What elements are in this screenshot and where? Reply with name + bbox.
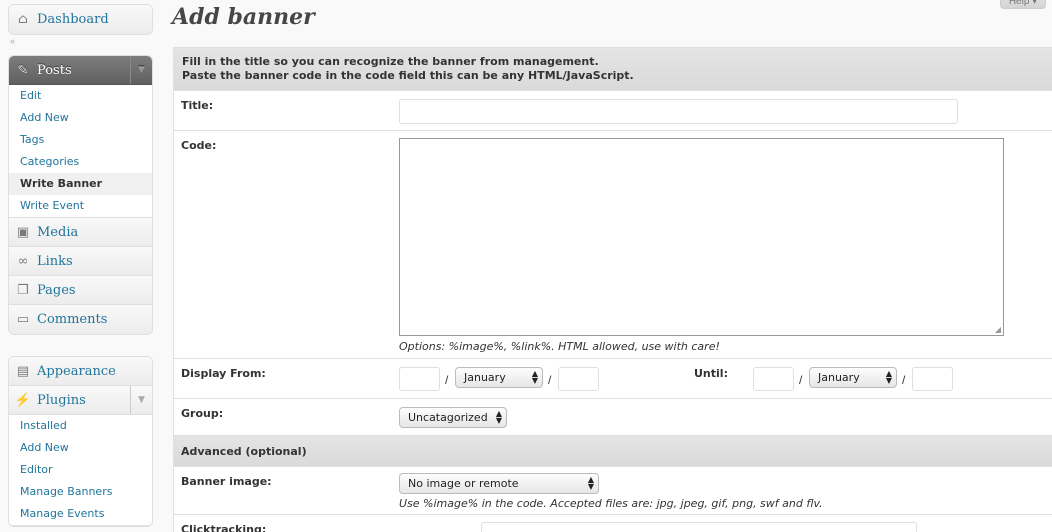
date-separator: /	[902, 373, 906, 387]
group-label: Group:	[181, 407, 224, 420]
until-label: Until:	[694, 367, 728, 380]
menu-posts[interactable]: ✎ Posts ▼	[9, 56, 152, 85]
menu-separator[interactable]: «	[8, 35, 153, 49]
intro-line-2: Paste the banner code in the code field …	[182, 69, 634, 82]
menu-plugins-label: Plugins	[37, 392, 86, 408]
menu-links[interactable]: ∞ Links	[9, 247, 152, 276]
display-from-label: Display From:	[181, 367, 266, 380]
pages-icon: ❐	[17, 282, 29, 298]
comment-bubble-icon: ▭	[16, 312, 30, 327]
page-title: Add banner	[172, 4, 315, 30]
pushpin-icon: ✎	[17, 62, 29, 78]
date-separator: /	[799, 373, 803, 387]
content-menu-box: ✎ Posts ▼ Edit Add New Tags Categories W…	[8, 55, 153, 335]
from-year-input[interactable]	[558, 367, 599, 391]
code-row: Code: ◢ Options: %image%, %link%. HTML a…	[174, 131, 1052, 359]
title-label: Title:	[181, 99, 214, 112]
dashboard-menu-box: ⌂ Dashboard	[8, 4, 153, 35]
resize-grip-icon[interactable]: ◢	[995, 325, 1001, 334]
menu-appearance[interactable]: ▤ Appearance	[9, 357, 152, 386]
plug-icon: ⚡	[14, 392, 32, 408]
collapse-arrows-icon[interactable]: «	[10, 36, 15, 46]
admin-sidebar: ⌂ Dashboard « ✎ Posts ▼ Edit Add New Tag…	[8, 0, 153, 527]
banner-image-value: No image or remote	[408, 477, 519, 490]
banner-image-row: Banner image: No image or remote ▲ ▼ Use …	[174, 467, 1052, 515]
menu-comments[interactable]: ▭ Comments	[9, 305, 152, 334]
until-month-select[interactable]: January ▲ ▼	[809, 367, 897, 388]
menu-posts-label: Posts	[37, 62, 72, 78]
title-input[interactable]	[399, 99, 958, 124]
submenu-manage-banners[interactable]: Manage Banners	[9, 481, 152, 503]
menu-appearance-label: Appearance	[37, 363, 116, 379]
submenu-tags[interactable]: Tags	[9, 129, 152, 151]
from-month-select[interactable]: January ▲ ▼	[455, 367, 543, 388]
advanced-section-header: Advanced (optional)	[174, 436, 1052, 467]
submenu-add-new[interactable]: Add New	[9, 107, 152, 129]
menu-comments-label: Comments	[37, 312, 108, 327]
menu-dashboard[interactable]: ⌂ Dashboard	[9, 5, 152, 34]
submenu-editor[interactable]: Editor	[9, 459, 152, 481]
banner-form: Fill in the title so you can recognize t…	[173, 47, 1052, 532]
code-label: Code:	[181, 139, 217, 152]
date-separator: /	[445, 373, 449, 387]
admin-menu-box: ▤ Appearance ⚡ Plugins ▼ Installed Add N…	[8, 356, 153, 527]
select-arrows-icon: ▲ ▼	[885, 369, 892, 385]
menu-pages[interactable]: ❐ Pages	[9, 276, 152, 305]
code-textarea[interactable]: ◢	[399, 138, 1004, 336]
until-year-input[interactable]	[912, 367, 953, 391]
menu-media[interactable]: ▣ Media	[9, 218, 152, 247]
submenu-categories[interactable]: Categories	[9, 151, 152, 173]
until-month-value: January	[818, 371, 860, 384]
posts-submenu: Edit Add New Tags Categories Write Banne…	[9, 85, 152, 218]
submenu-write-banner[interactable]: Write Banner	[9, 173, 152, 195]
title-row: Title:	[174, 91, 1052, 131]
select-arrows-icon: ▲ ▼	[495, 409, 502, 425]
menu-media-label: Media	[37, 224, 79, 240]
submenu-installed[interactable]: Installed	[9, 415, 152, 437]
menu-pages-label: Pages	[37, 282, 76, 298]
from-day-input[interactable]	[399, 367, 440, 391]
intro-line-1: Fill in the title so you can recognize t…	[182, 55, 599, 68]
plugins-submenu: Installed Add New Editor Manage Banners …	[9, 415, 152, 526]
select-arrows-icon: ▲ ▼	[587, 475, 594, 491]
display-dates-row: Display From: / January ▲ ▼ / Until: / Ja…	[174, 359, 1052, 399]
group-select[interactable]: Uncatagorized ▲ ▼	[399, 407, 507, 428]
home-icon: ⌂	[18, 12, 28, 27]
submenu-write-event[interactable]: Write Event	[9, 195, 152, 217]
from-month-value: January	[464, 371, 506, 384]
submenu-manage-events[interactable]: Manage Events	[9, 503, 152, 525]
banner-image-select[interactable]: No image or remote ▲ ▼	[399, 473, 599, 494]
clicktracking-label: Clicktracking:	[181, 523, 267, 532]
posts-toggle-icon[interactable]: ▼	[130, 56, 152, 84]
submenu-plugins-add-new[interactable]: Add New	[9, 437, 152, 459]
menu-dashboard-label: Dashboard	[37, 12, 109, 27]
menu-plugins[interactable]: ⚡ Plugins ▼	[9, 386, 152, 415]
clicktracking-row: Clicktracking:	[174, 515, 1052, 532]
plugins-toggle-icon[interactable]: ▼	[130, 386, 152, 414]
clicktracking-input[interactable]	[481, 522, 917, 532]
menu-links-label: Links	[37, 253, 73, 269]
banner-image-hint: Use %image% in the code. Accepted files …	[399, 497, 823, 510]
group-value: Uncatagorized	[408, 411, 488, 424]
link-icon: ∞	[17, 253, 29, 269]
help-tab[interactable]: Help ▾	[1000, 0, 1046, 9]
appearance-icon: ▤	[16, 363, 30, 379]
group-row: Group: Uncatagorized ▲ ▼	[174, 399, 1052, 436]
date-separator: /	[548, 373, 552, 387]
code-hint: Options: %image%, %link%. HTML allowed, …	[399, 340, 720, 353]
select-arrows-icon: ▲ ▼	[531, 369, 538, 385]
until-day-input[interactable]	[753, 367, 794, 391]
submenu-edit[interactable]: Edit	[9, 85, 152, 107]
media-icon: ▣	[16, 224, 30, 240]
form-intro: Fill in the title so you can recognize t…	[174, 48, 1052, 91]
banner-image-label: Banner image:	[181, 475, 272, 488]
